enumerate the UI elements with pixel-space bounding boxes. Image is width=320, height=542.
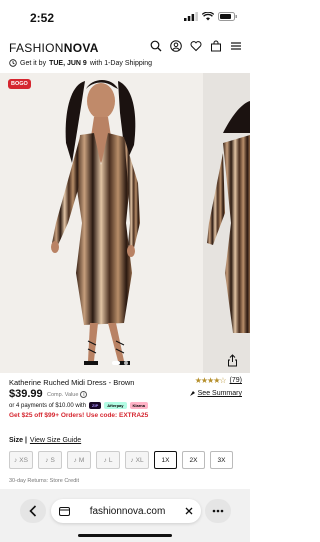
- summary-icon: [189, 391, 195, 396]
- home-indicator: [78, 534, 172, 537]
- nav-icons: [150, 40, 242, 52]
- installment-payments: or 4 payments of $10.00 with ZIP Afterpa…: [9, 402, 148, 409]
- pagination-dot: [124, 361, 128, 365]
- clock-icon: [9, 59, 17, 67]
- price-row: $39.99 Comp. Value i See Summary: [9, 388, 242, 402]
- status-bar: 2:52: [0, 0, 250, 34]
- size-label: Size |: [9, 437, 27, 444]
- size-guide-link[interactable]: View Size Guide: [30, 437, 81, 444]
- product-title-row: Katherine Ruched Midi Dress - Brown ★★★★…: [9, 376, 242, 388]
- chevron-left-icon: [29, 505, 37, 517]
- top-nav: FASHIONNOVA: [0, 38, 250, 58]
- status-indicators: [184, 12, 238, 21]
- size-option-m[interactable]: ♪ M: [67, 451, 91, 469]
- rating-count[interactable]: (79): [230, 377, 242, 384]
- wishlist-heart-icon[interactable]: [190, 40, 202, 52]
- shipping-prefix: Get it by: [20, 59, 47, 67]
- product-photo: [51, 80, 140, 365]
- product-name: Katherine Ruched Midi Dress - Brown: [9, 378, 135, 387]
- browser-more-button[interactable]: [205, 499, 231, 523]
- size-option-2x[interactable]: 2X: [182, 451, 205, 469]
- see-summary-link[interactable]: See Summary: [189, 390, 242, 397]
- menu-icon[interactable]: [230, 40, 242, 52]
- zip-logo[interactable]: ZIP: [89, 402, 102, 409]
- notify-bell-icon: ♪: [130, 456, 134, 464]
- size-option-s[interactable]: ♪ S: [38, 451, 62, 469]
- product-rating[interactable]: ★★★★☆ (79): [195, 376, 242, 385]
- product-image-gallery[interactable]: BOGO: [0, 73, 250, 373]
- shopping-bag-icon[interactable]: [210, 40, 222, 52]
- account-icon[interactable]: [170, 40, 182, 52]
- shipping-banner: Get it by TUE, JUN 9 with 1-Day Shipping: [9, 59, 152, 67]
- gallery-pagination: [112, 361, 128, 365]
- size-option-l[interactable]: ♪ L: [96, 451, 120, 469]
- battery-icon: [218, 12, 237, 21]
- payments-text: or 4 payments of $10.00 with: [9, 402, 87, 409]
- afterpay-logo[interactable]: Afterpay: [104, 402, 127, 409]
- more-dots-icon: [212, 509, 224, 513]
- browser-back-button[interactable]: [20, 499, 46, 523]
- see-summary-label: See Summary: [197, 390, 242, 397]
- bogo-badge: BOGO: [8, 79, 31, 89]
- size-option-xs[interactable]: ♪ XS: [9, 451, 33, 469]
- share-icon[interactable]: [227, 354, 238, 367]
- comp-value: Comp. Value i: [47, 391, 88, 398]
- fashionnova-logo[interactable]: FASHIONNOVA: [9, 41, 99, 55]
- size-option-1x[interactable]: 1X: [154, 451, 177, 469]
- close-icon[interactable]: [185, 507, 193, 515]
- notify-bell-icon: ♪: [14, 456, 18, 464]
- notify-bell-icon: ♪: [103, 456, 107, 464]
- address-bar[interactable]: fashionnova.com: [51, 499, 201, 523]
- pagination-dot-active: [112, 361, 120, 365]
- search-icon[interactable]: [150, 40, 162, 52]
- info-icon[interactable]: i: [80, 391, 88, 398]
- size-selector: ♪ XS ♪ S ♪ M ♪ L ♪ XL 1X 2X 3X: [9, 451, 242, 469]
- wifi-icon: [202, 12, 214, 21]
- size-option-3x[interactable]: 3X: [210, 451, 233, 469]
- returns-policy: 30-day Returns: Store Credit: [9, 478, 80, 484]
- notify-bell-icon: ♪: [73, 456, 77, 464]
- next-photo-figure: [207, 101, 250, 333]
- comp-value-label: Comp. Value: [47, 391, 79, 398]
- promo-banner: Get $25 off $99+ Orders! Use code: EXTRA…: [9, 412, 149, 419]
- klarna-logo[interactable]: Klarna: [129, 402, 148, 409]
- signal-icon: [184, 12, 198, 21]
- size-option-xl[interactable]: ♪ XL: [125, 451, 149, 469]
- tab-icon: [59, 506, 70, 516]
- status-time: 2:52: [30, 11, 55, 25]
- next-product-photo[interactable]: [203, 73, 250, 373]
- notify-bell-icon: ♪: [45, 456, 49, 464]
- product-price: $39.99: [9, 388, 43, 400]
- size-header: Size | View Size Guide: [9, 437, 81, 444]
- shipping-suffix: with 1-Day Shipping: [89, 59, 153, 67]
- shipping-date: TUE, JUN 9: [49, 59, 87, 67]
- url-text[interactable]: fashionnova.com: [76, 506, 179, 517]
- rating-stars: ★★★★☆: [194, 376, 227, 385]
